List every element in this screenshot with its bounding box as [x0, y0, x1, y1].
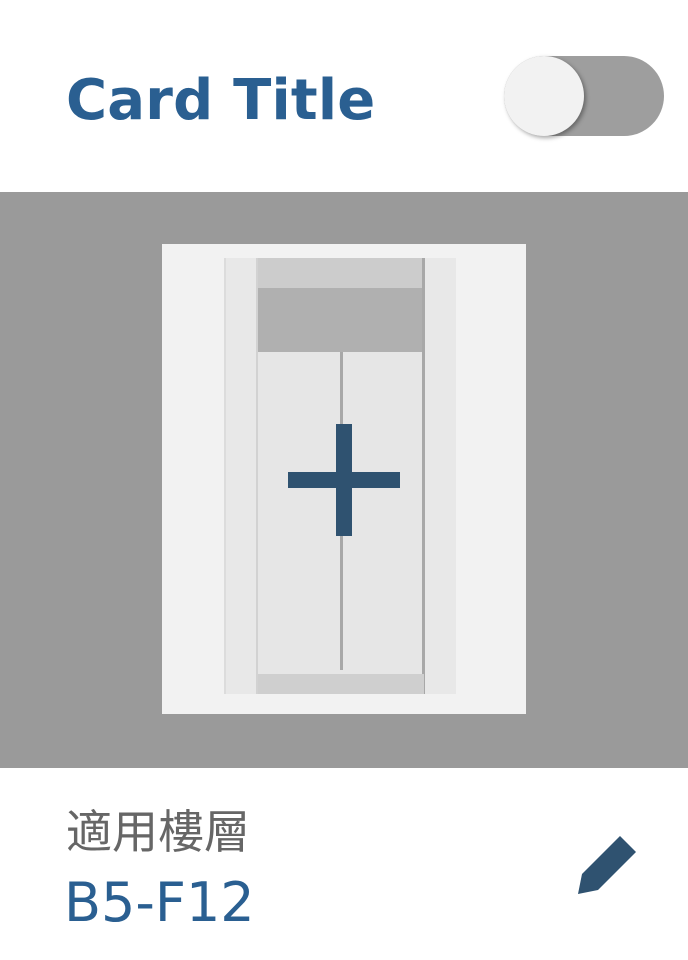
floors-value: B5-F12 [64, 871, 255, 934]
card-image-area[interactable] [0, 192, 688, 768]
toggle-switch[interactable] [504, 56, 664, 136]
pencil-icon[interactable] [574, 828, 644, 898]
floors-label: 適用樓層 [66, 805, 250, 859]
card-footer: 適用樓層 B5-F12 [0, 768, 688, 960]
elevator-preview [162, 244, 526, 714]
toggle-thumb [504, 56, 584, 136]
card-title: Card Title [66, 68, 376, 133]
card: Card Title 適用樓層 B5-F12 [0, 0, 688, 960]
add-icon[interactable] [288, 424, 400, 536]
card-header: Card Title [0, 0, 688, 192]
